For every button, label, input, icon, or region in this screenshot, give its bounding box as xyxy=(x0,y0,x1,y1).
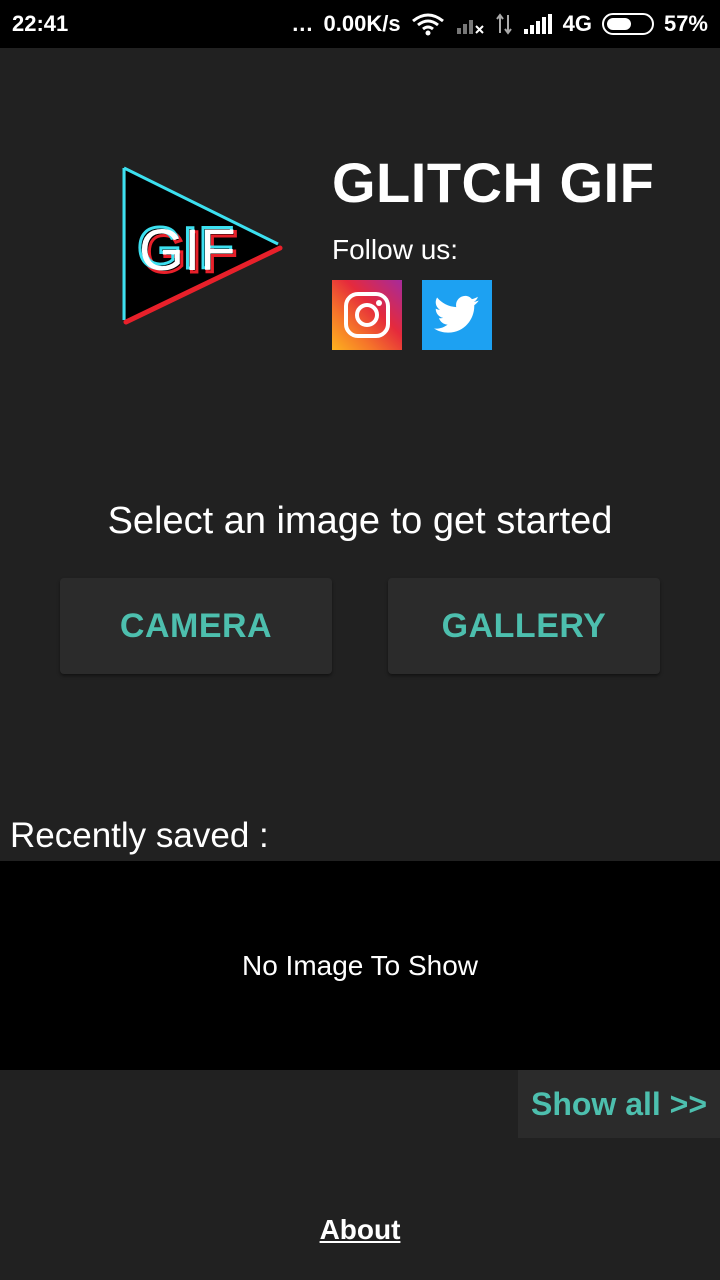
follow-label: Follow us: xyxy=(332,234,459,265)
wifi-icon xyxy=(411,12,445,36)
status-bar: 22:41 ... 0.00K/s 4G 57% xyxy=(0,0,720,48)
status-speed: 0.00K/s xyxy=(323,11,401,36)
status-battery-percent: 57% xyxy=(663,11,708,36)
status-right-group: ... 0.00K/s 4G 57% xyxy=(292,11,708,37)
battery-icon xyxy=(601,13,654,35)
instagram-icon xyxy=(344,292,390,338)
signal-strength-icon xyxy=(523,13,553,35)
show-all-button[interactable]: Show all >> xyxy=(518,1070,720,1138)
get-started-prompt: Select an image to get started xyxy=(107,500,613,542)
gallery-button[interactable]: GALLERY xyxy=(388,578,660,674)
data-transfer-icon xyxy=(495,13,513,35)
camera-button[interactable]: CAMERA xyxy=(60,578,332,674)
status-network-type: 4G xyxy=(562,11,592,36)
empty-state-text: No Image To Show xyxy=(241,949,479,981)
about-container: About xyxy=(0,1214,720,1246)
app-logo: GIF GIF GIF xyxy=(118,162,288,330)
signal-no-sim-icon xyxy=(455,13,485,35)
twitter-icon xyxy=(434,295,480,333)
about-link[interactable]: About xyxy=(320,1214,401,1245)
app-screen: 22:41 ... 0.00K/s 4G 57% GIF GIF GIF GLI… xyxy=(0,0,720,1280)
app-title: GLITCH GIF xyxy=(332,151,655,214)
recently-saved-label: Recently saved : xyxy=(10,816,269,855)
instagram-button[interactable] xyxy=(332,280,402,350)
battery-fill xyxy=(606,18,631,30)
status-dots: ... xyxy=(292,11,314,36)
recent-images-panel: No Image To Show xyxy=(0,861,720,1070)
status-time: 22:41 xyxy=(12,11,69,36)
logo-text: GIF xyxy=(139,218,236,283)
twitter-button[interactable] xyxy=(422,280,492,350)
